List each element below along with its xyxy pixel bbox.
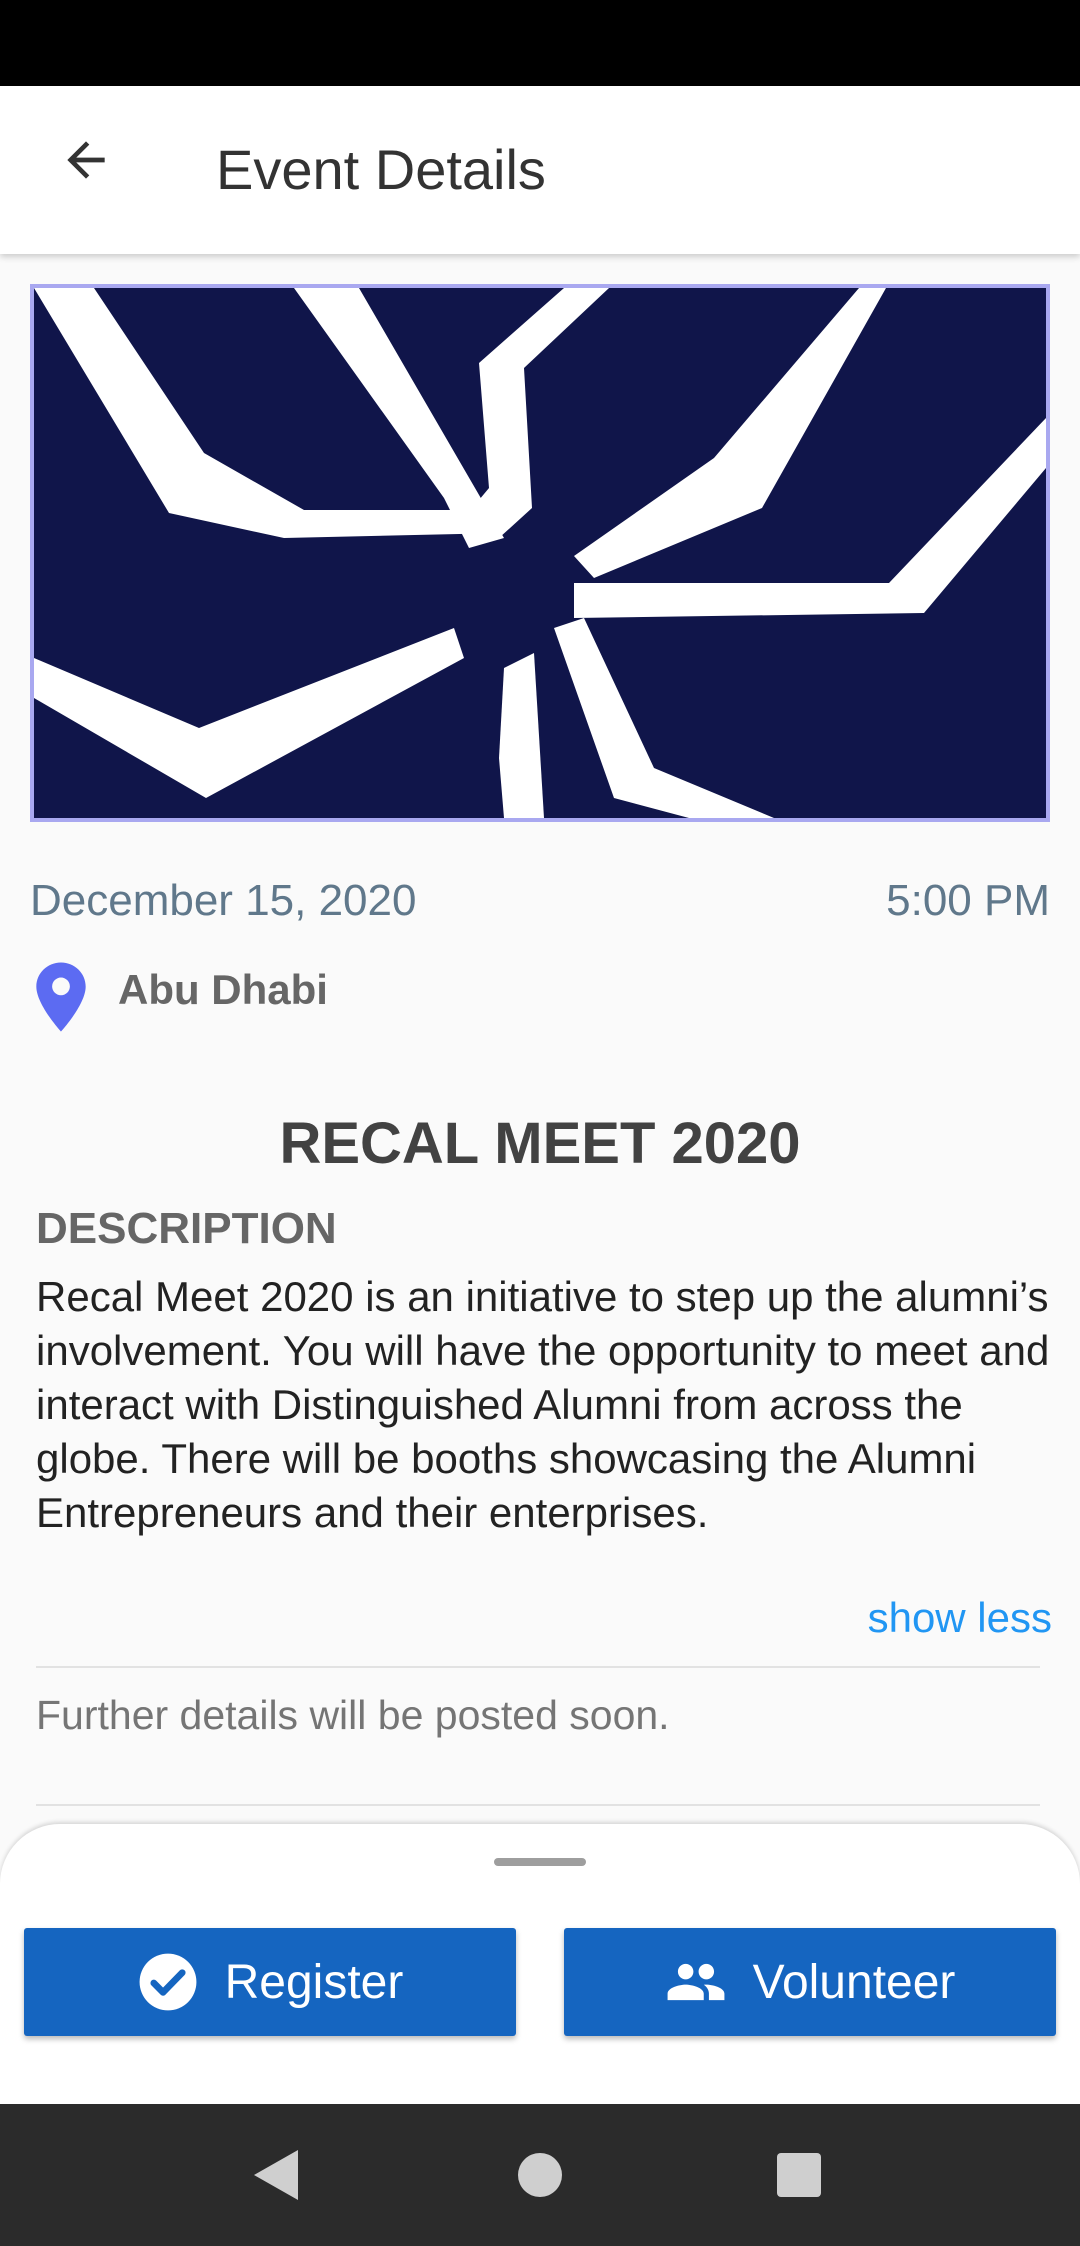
drag-handle[interactable]: [494, 1858, 586, 1866]
square-recents-icon: [777, 2153, 821, 2197]
event-banner-image: [30, 284, 1050, 822]
page-title: Event Details: [216, 138, 546, 201]
divider: [36, 1666, 1040, 1668]
nav-back-button[interactable]: [240, 2140, 310, 2210]
nav-recents-button[interactable]: [764, 2140, 834, 2210]
volunteer-label: Volunteer: [752, 1955, 956, 2009]
triangle-back-icon: [254, 2150, 298, 2200]
system-navigation-bar: [0, 2104, 1080, 2246]
location-pin-icon: [36, 962, 86, 1032]
nav-home-button[interactable]: [505, 2140, 575, 2210]
check-circle-icon: [137, 1951, 199, 2013]
back-button[interactable]: [40, 114, 132, 206]
volunteer-button[interactable]: Volunteer: [564, 1928, 1056, 2036]
circle-home-icon: [518, 2153, 562, 2197]
app-bar: Event Details: [0, 86, 1080, 254]
description-text: Recal Meet 2020 is an initiative to step…: [36, 1273, 1050, 1536]
action-bottom-sheet: Register Volunteer: [0, 1824, 1080, 2104]
people-icon: [665, 1951, 727, 2013]
event-location: Abu Dhabi: [118, 966, 328, 1013]
register-label: Register: [224, 1955, 404, 2009]
description-heading: DESCRIPTION: [36, 1204, 337, 1253]
abstract-logo-graphic: [34, 288, 1046, 818]
show-less-link[interactable]: show less: [868, 1594, 1052, 1642]
event-title: RECAL MEET 2020: [279, 1111, 801, 1176]
register-button[interactable]: Register: [24, 1928, 516, 2036]
event-date: December 15, 2020: [30, 876, 417, 925]
divider: [36, 1804, 1040, 1806]
further-details-text: Further details will be posted soon.: [36, 1692, 670, 1738]
status-bar: [0, 0, 1080, 86]
event-time: 5:00 PM: [886, 876, 1050, 925]
arrow-back-icon: [67, 141, 105, 179]
